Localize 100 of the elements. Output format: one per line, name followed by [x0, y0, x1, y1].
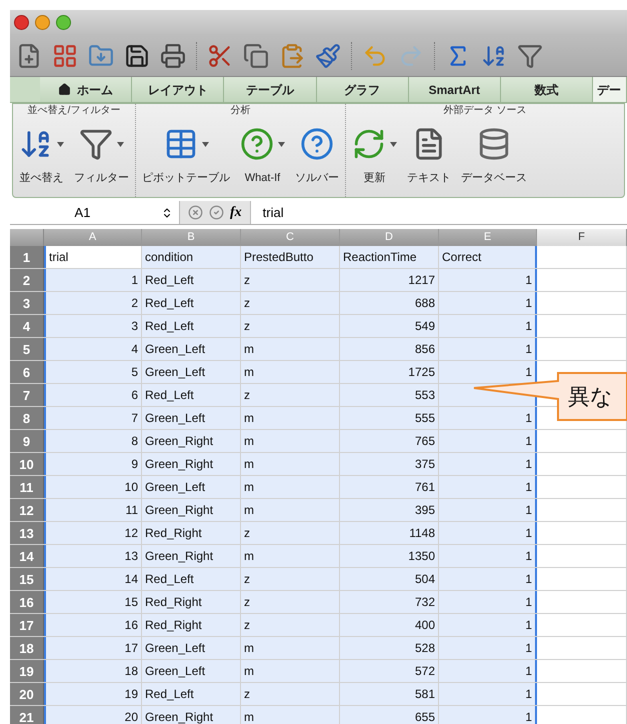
- question-icon: [240, 127, 274, 161]
- group-title: 並べ替え/フィルター: [26, 104, 122, 118]
- stepper-icon[interactable]: [161, 206, 173, 218]
- table-cell: 1: [439, 269, 537, 291]
- row-header[interactable]: 5: [10, 338, 44, 360]
- row-header[interactable]: 7: [10, 384, 44, 406]
- row-header[interactable]: 3: [10, 292, 44, 314]
- table-cell: Green_Left: [142, 407, 241, 429]
- row-header[interactable]: 10: [10, 453, 44, 475]
- table-cell: m: [241, 361, 340, 383]
- ribbon-button[interactable]: フィルター: [72, 124, 131, 186]
- ribbon-button[interactable]: データベース: [459, 124, 529, 186]
- ribbon-tab[interactable]: SmartArt: [408, 77, 501, 102]
- table-cell: PrestedButto: [241, 246, 340, 268]
- table-cell: 765: [340, 430, 439, 452]
- select-all-corner[interactable]: [10, 229, 44, 246]
- column-header[interactable]: B: [142, 229, 241, 246]
- column-header[interactable]: C: [241, 229, 340, 246]
- table-cell: 395: [340, 499, 439, 521]
- table-cell: 1: [439, 315, 537, 337]
- table-cell: Green_Right: [142, 430, 241, 452]
- table-cell: Correct: [439, 246, 537, 268]
- column-header[interactable]: D: [340, 229, 439, 246]
- table-cell: Green_Right: [142, 706, 241, 724]
- row-header[interactable]: 21: [10, 706, 44, 724]
- table-cell: 375: [340, 453, 439, 475]
- minimize-button[interactable]: [35, 15, 50, 30]
- funnel-icon[interactable]: [517, 42, 543, 68]
- table-cell: 9: [44, 453, 142, 475]
- check-icon[interactable]: [209, 205, 224, 220]
- ribbon-tab[interactable]: ホーム: [40, 77, 132, 102]
- ribbon-button[interactable]: テキスト: [405, 124, 453, 186]
- table-cell: 15: [44, 591, 142, 613]
- table-cell: 1: [439, 476, 537, 498]
- row-header[interactable]: 19: [10, 660, 44, 682]
- table-cell: 1: [439, 338, 537, 360]
- row-header[interactable]: 6: [10, 361, 44, 383]
- scissors-icon[interactable]: [207, 42, 233, 68]
- grid-icon[interactable]: [52, 42, 78, 68]
- table-cell: 1: [439, 637, 537, 659]
- ribbon-tab[interactable]: 数式: [500, 77, 594, 102]
- table-cell: 1: [439, 522, 537, 544]
- table-cell: 504: [340, 568, 439, 590]
- save-icon[interactable]: [124, 42, 150, 68]
- row-header[interactable]: 16: [10, 591, 44, 613]
- table-cell: trial: [44, 246, 142, 268]
- ribbon-button[interactable]: 更新: [350, 124, 399, 186]
- ribbon-tab[interactable]: レイアウト: [132, 77, 224, 102]
- table-cell: 549: [340, 315, 439, 337]
- printer-icon[interactable]: [160, 42, 186, 68]
- table-cell: Red_Left: [142, 683, 241, 705]
- table-cell: Green_Right: [142, 499, 241, 521]
- column-header[interactable]: F: [537, 229, 627, 246]
- table-cell: 16: [44, 614, 142, 636]
- row-header[interactable]: 15: [10, 568, 44, 590]
- folder-icon[interactable]: [88, 42, 114, 68]
- table-cell: z: [241, 384, 340, 406]
- zoom-button[interactable]: [56, 15, 71, 30]
- row-header[interactable]: 1: [10, 246, 44, 268]
- table-cell: 572: [340, 660, 439, 682]
- row-header[interactable]: 14: [10, 545, 44, 567]
- table-cell: Green_Left: [142, 637, 241, 659]
- table-cell: 400: [340, 614, 439, 636]
- table-cell: m: [241, 407, 340, 429]
- cancel-icon[interactable]: [188, 205, 203, 220]
- copy-icon[interactable]: [243, 42, 269, 68]
- table-cell: m: [241, 476, 340, 498]
- row-header[interactable]: 13: [10, 522, 44, 544]
- function-button[interactable]: fx: [230, 202, 242, 223]
- row-header[interactable]: 2: [10, 269, 44, 291]
- ribbon-button[interactable]: ソルバー: [293, 124, 341, 186]
- row-header[interactable]: 18: [10, 637, 44, 659]
- row-header[interactable]: 20: [10, 683, 44, 705]
- formula-field[interactable]: trial: [262, 202, 284, 222]
- table-cell: 581: [340, 683, 439, 705]
- close-button[interactable]: [14, 15, 29, 30]
- ribbon-button[interactable]: What-If: [238, 124, 287, 186]
- row-header[interactable]: 12: [10, 499, 44, 521]
- table-cell: 8: [44, 430, 142, 452]
- table-cell: 732: [340, 591, 439, 613]
- ribbon-tab[interactable]: デー: [593, 77, 627, 102]
- table-cell: z: [241, 315, 340, 337]
- table-cell: m: [241, 430, 340, 452]
- table-cell: z: [241, 522, 340, 544]
- row-header[interactable]: 11: [10, 476, 44, 498]
- table-cell: z: [241, 568, 340, 590]
- table-cell: 6: [44, 384, 142, 406]
- ribbon-button[interactable]: ピボットテーブル: [140, 124, 232, 186]
- table-cell: 1: [439, 453, 537, 475]
- row-header[interactable]: 4: [10, 315, 44, 337]
- row-header[interactable]: 8: [10, 407, 44, 429]
- row-header[interactable]: 9: [10, 430, 44, 452]
- row-header[interactable]: 17: [10, 614, 44, 636]
- paintbrush-icon[interactable]: [315, 42, 341, 68]
- column-header[interactable]: E: [439, 229, 537, 246]
- ribbon-tab[interactable]: テーブル: [224, 77, 317, 102]
- ribbon-tab[interactable]: グラフ: [316, 77, 409, 102]
- ribbon-button[interactable]: 並べ替え: [17, 124, 66, 186]
- name-box[interactable]: A1: [10, 202, 155, 222]
- column-header[interactable]: A: [44, 229, 142, 246]
